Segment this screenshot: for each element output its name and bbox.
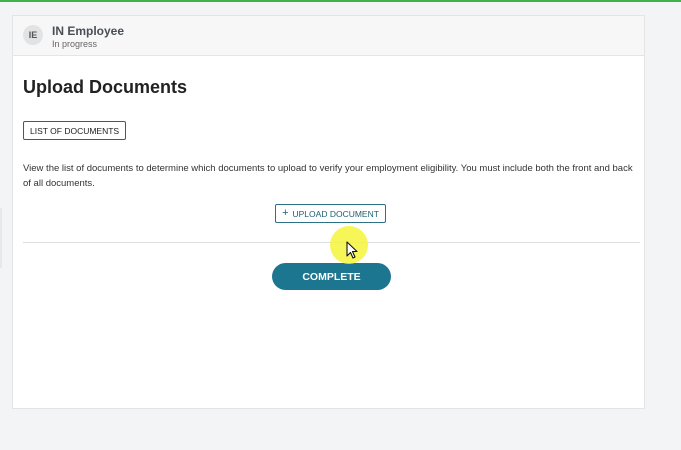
employee-header: IE IN Employee In progress xyxy=(13,16,644,56)
avatar: IE xyxy=(23,25,43,45)
instructions-text: View the list of documents to determine … xyxy=(23,163,633,189)
status-text: In progress xyxy=(52,39,98,49)
plus-icon: + xyxy=(282,207,289,219)
left-edge-handle xyxy=(0,208,2,268)
list-of-documents-button[interactable]: LIST OF DOCUMENTS xyxy=(23,121,127,140)
upload-document-label: UPLOAD DOCUMENT xyxy=(292,208,379,219)
mouse-pointer-icon xyxy=(346,241,358,259)
page-title: Upload Documents xyxy=(23,77,188,97)
upload-document-button[interactable]: + UPLOAD DOCUMENT xyxy=(275,204,386,223)
task-card: IE IN Employee In progress Upload Docume… xyxy=(12,15,645,409)
complete-button[interactable]: COMPLETE xyxy=(272,263,391,290)
top-accent-bar xyxy=(0,0,681,2)
employee-name: IN Employee xyxy=(52,24,125,38)
